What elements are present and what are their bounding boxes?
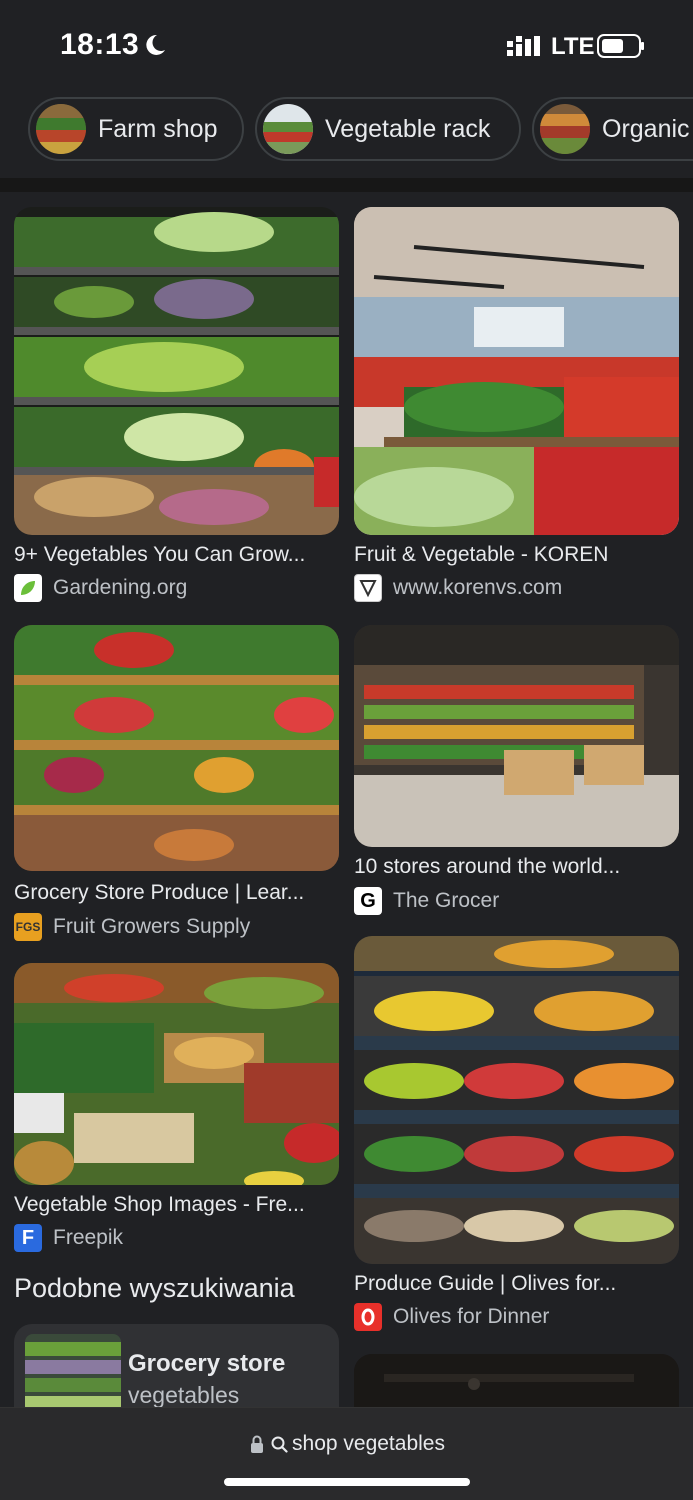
koren-favicon: [354, 574, 382, 602]
result-source[interactable]: FGS Fruit Growers Supply: [14, 913, 250, 941]
chip-vegetable-rack[interactable]: Vegetable rack: [255, 97, 521, 161]
result-title[interactable]: 10 stores around the world...: [354, 855, 679, 879]
home-indicator[interactable]: [224, 1478, 470, 1486]
battery-icon: [597, 34, 644, 58]
chip-thumbnail: [36, 104, 86, 154]
result-card[interactable]: Grocery Store Produce | Lear... FGS Frui…: [14, 625, 339, 945]
result-title[interactable]: Vegetable Shop Images - Fre...: [14, 1193, 339, 1217]
result-title[interactable]: Fruit & Vegetable - KOREN: [354, 543, 679, 567]
source-label: Fruit Growers Supply: [53, 915, 251, 938]
status-time: 18:13: [60, 28, 140, 61]
result-card[interactable]: Produce Guide | Olives for... Olives for…: [354, 936, 679, 1336]
chip-organic[interactable]: Organic: [532, 97, 693, 161]
result-title[interactable]: Produce Guide | Olives for...: [354, 1272, 679, 1296]
the-grocer-favicon: G: [354, 887, 382, 915]
chip-thumbnail: [263, 104, 313, 154]
network-label: LTE: [551, 33, 595, 60]
chip-label: Organic: [602, 114, 690, 143]
source-label: Gardening.org: [53, 576, 188, 599]
fruit-growers-favicon: FGS: [14, 913, 42, 941]
result-source[interactable]: G The Grocer: [354, 887, 499, 915]
result-image[interactable]: [14, 207, 339, 535]
related-searches-heading: Podobne wyszukiwania: [14, 1273, 295, 1303]
result-title[interactable]: Grocery Store Produce | Lear...: [14, 881, 339, 905]
result-card[interactable]: 9+ Vegetables You Can Grow... Gardening.…: [14, 207, 339, 607]
chip-label: Vegetable rack: [325, 114, 491, 143]
gardening-favicon: [14, 574, 42, 602]
result-card[interactable]: Fruit & Vegetable - KOREN www.korenvs.co…: [354, 207, 679, 607]
suggestion-chips: Farm shop Vegetable rack Organic: [0, 97, 693, 163]
olives-for-dinner-favicon: [354, 1303, 382, 1331]
freepik-favicon: F: [14, 1224, 42, 1252]
status-bar: 18:13 LTE: [0, 0, 693, 92]
result-image[interactable]: [354, 207, 679, 535]
source-label: www.korenvs.com: [393, 576, 563, 599]
result-image[interactable]: [14, 963, 339, 1185]
related-search-title: Grocery store: [128, 1350, 286, 1377]
section-divider: [0, 178, 693, 192]
lock-icon: [251, 1435, 264, 1453]
result-image[interactable]: [354, 625, 679, 847]
url-field[interactable]: shop vegetables: [0, 1432, 693, 1456]
chip-thumbnail: [540, 104, 590, 154]
result-source[interactable]: Olives for Dinner: [354, 1303, 549, 1331]
result-image[interactable]: [354, 936, 679, 1264]
related-search-subtitle: vegetables: [128, 1382, 240, 1408]
related-search-card[interactable]: Grocery store vegetables: [14, 1324, 339, 1414]
result-card[interactable]: 10 stores around the world... G The Groc…: [354, 625, 679, 915]
source-label: The Grocer: [393, 889, 500, 912]
result-image[interactable]: [14, 625, 339, 871]
moon-icon: [146, 34, 165, 55]
address-bar: shop vegetables: [0, 1407, 693, 1500]
result-image-partial[interactable]: [354, 1354, 679, 1414]
search-icon: [271, 1436, 288, 1453]
result-source[interactable]: F Freepik: [14, 1224, 123, 1252]
signal-icon: [507, 36, 540, 56]
result-title[interactable]: 9+ Vegetables You Can Grow...: [14, 543, 339, 567]
result-card[interactable]: Vegetable Shop Images - Fre... F Freepik: [14, 963, 339, 1253]
related-thumbnail: [25, 1334, 121, 1414]
source-label: Olives for Dinner: [393, 1305, 550, 1328]
source-label: Freepik: [53, 1226, 124, 1249]
result-source[interactable]: Gardening.org: [14, 574, 187, 602]
chip-farm-shop[interactable]: Farm shop: [28, 97, 244, 161]
search-query: shop vegetables: [292, 1432, 445, 1455]
chip-label: Farm shop: [98, 114, 218, 143]
result-source[interactable]: www.korenvs.com: [354, 574, 562, 602]
